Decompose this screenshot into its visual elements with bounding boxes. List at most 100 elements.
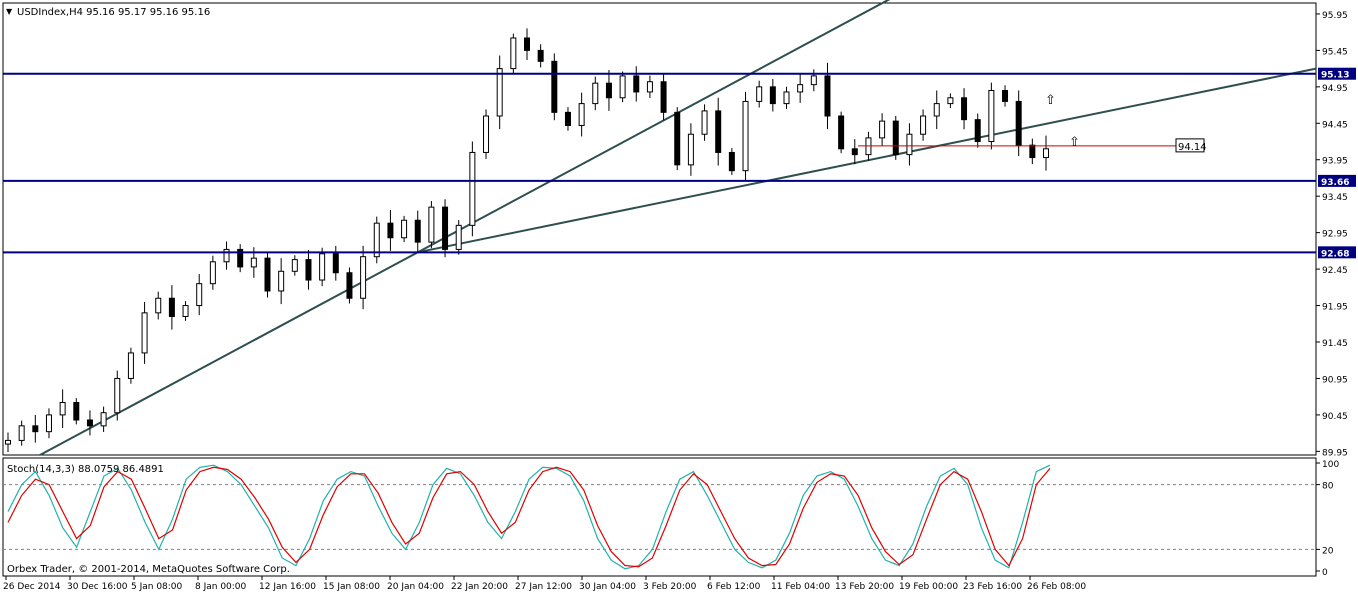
chart-window[interactable]: 95.13 93.66 92.68 94.14 ⇧ ⇧ 95.95 95.45 94.95 9… <box>0 0 1358 594</box>
price-tick-label: 90.95 <box>1322 375 1348 385</box>
candle-body <box>674 111 681 166</box>
stoch-tick-label: 20 <box>1322 546 1334 556</box>
time-tick-label: 30 Dec 16:00 <box>67 582 128 592</box>
candle-body <box>401 219 408 239</box>
candle-body <box>483 115 490 153</box>
price-tick-label: 91.95 <box>1322 303 1348 313</box>
time-tick-label: 26 Dec 2014 <box>3 582 61 592</box>
candle-body <box>291 259 298 272</box>
candle-body <box>114 377 121 414</box>
indicator-plot-area[interactable] <box>2 457 1317 577</box>
candle-body <box>605 82 612 99</box>
up-arrow-icon: ⇧ <box>1069 135 1080 150</box>
time-tick-label: 8 Jan 00:00 <box>195 582 247 592</box>
candle-body <box>524 37 530 51</box>
price-tick-label: 90.45 <box>1322 412 1348 422</box>
price-tick-label: 94.95 <box>1322 84 1348 94</box>
candle-body <box>879 120 886 139</box>
candle-body <box>988 89 995 143</box>
stochastic-label: Stoch(14,3,3) 88.0759 86.4891 <box>7 464 164 475</box>
candle-body <box>742 100 749 172</box>
candle-body <box>592 82 599 105</box>
candle-body <box>783 91 790 105</box>
candle-body <box>223 248 230 263</box>
candle-body <box>769 86 776 105</box>
candle-body <box>824 75 831 117</box>
candle-body <box>196 283 203 307</box>
price-tick-label: 94.45 <box>1322 120 1348 130</box>
candle-body <box>496 68 503 117</box>
level-price-label: 95.13 <box>1321 71 1349 81</box>
chart-menu-triangle-icon[interactable]: ▼ <box>6 7 13 16</box>
time-tick-label: 22 Jan 20:00 <box>451 582 508 592</box>
candle-body <box>974 119 981 143</box>
price-tick-label: 95.95 <box>1322 11 1348 21</box>
price-tick-label: 92.45 <box>1322 266 1348 276</box>
candle-body <box>168 297 175 317</box>
candle-body <box>332 253 339 274</box>
candle-body <box>851 148 858 156</box>
candle-body <box>73 402 80 421</box>
candle-body <box>469 151 476 226</box>
candle-body <box>810 75 817 86</box>
time-tick-label: 15 Jan 08:00 <box>323 582 380 592</box>
time-tick-label: 6 Feb 12:00 <box>707 582 761 592</box>
candle-body <box>100 412 107 427</box>
candle-body <box>182 305 189 317</box>
stoch-tick-label: 0 <box>1322 568 1328 578</box>
candle-body <box>728 151 735 172</box>
candle-body <box>947 97 954 105</box>
candle-body <box>428 206 435 243</box>
candle-body <box>756 86 763 102</box>
candle-body <box>646 81 653 93</box>
candle-body <box>32 425 39 433</box>
time-tick-label: 27 Jan 12:00 <box>515 582 572 592</box>
candle-body <box>551 60 558 113</box>
candle-body <box>18 425 25 441</box>
candle-body <box>141 312 148 354</box>
price-tick-label: 91.45 <box>1322 339 1348 349</box>
stoch-tick-label: 80 <box>1322 482 1334 492</box>
time-tick-label: 20 Jan 04:00 <box>387 582 444 592</box>
candle-body <box>838 115 845 150</box>
time-tick-label: 26 Feb 08:00 <box>1027 582 1086 592</box>
candle-body <box>346 272 353 299</box>
candle-body <box>564 111 571 126</box>
time-tick-label: 19 Feb 00:00 <box>899 582 958 592</box>
candle-body <box>209 261 216 285</box>
candle-body <box>45 414 52 433</box>
main-plot-area[interactable] <box>2 2 1317 456</box>
copyright-text: Orbex Trader, © 2001-2014, MetaQuotes So… <box>7 564 290 575</box>
candle-body <box>578 103 585 126</box>
candle-body <box>933 103 940 117</box>
candle-body <box>961 97 968 121</box>
candle-body <box>1029 144 1036 159</box>
candle-body <box>797 84 804 93</box>
candle-body <box>892 120 899 156</box>
candle-body <box>155 297 162 314</box>
candle-body <box>264 257 271 292</box>
up-arrow-icon: ⇧ <box>1045 93 1056 108</box>
candle-body <box>86 419 93 427</box>
candle-body <box>619 75 626 99</box>
symbol-header: USDIndex,H4 95.16 95.17 95.16 95.16 <box>17 7 210 18</box>
support-marker-label: 94.14 <box>1178 142 1207 153</box>
candle-body <box>701 110 708 135</box>
price-tick-label: 93.45 <box>1322 193 1348 203</box>
time-tick-label: 12 Jan 16:00 <box>259 582 316 592</box>
price-tick-label: 95.45 <box>1322 47 1348 57</box>
candle-body <box>360 256 367 299</box>
candle-body <box>715 110 722 153</box>
time-tick-label: 30 Jan 04:00 <box>579 582 636 592</box>
candle-body <box>906 133 913 156</box>
candle-body <box>633 75 640 93</box>
candle-body <box>278 270 285 292</box>
candle-body <box>319 253 326 281</box>
time-tick-label: 3 Feb 20:00 <box>643 582 697 592</box>
candle-body <box>687 133 694 166</box>
price-tick-label: 89.95 <box>1322 448 1348 458</box>
candle-body <box>5 439 11 445</box>
candle-body <box>920 115 927 135</box>
time-tick-label: 11 Feb 04:00 <box>771 582 830 592</box>
candle-body <box>442 206 449 250</box>
